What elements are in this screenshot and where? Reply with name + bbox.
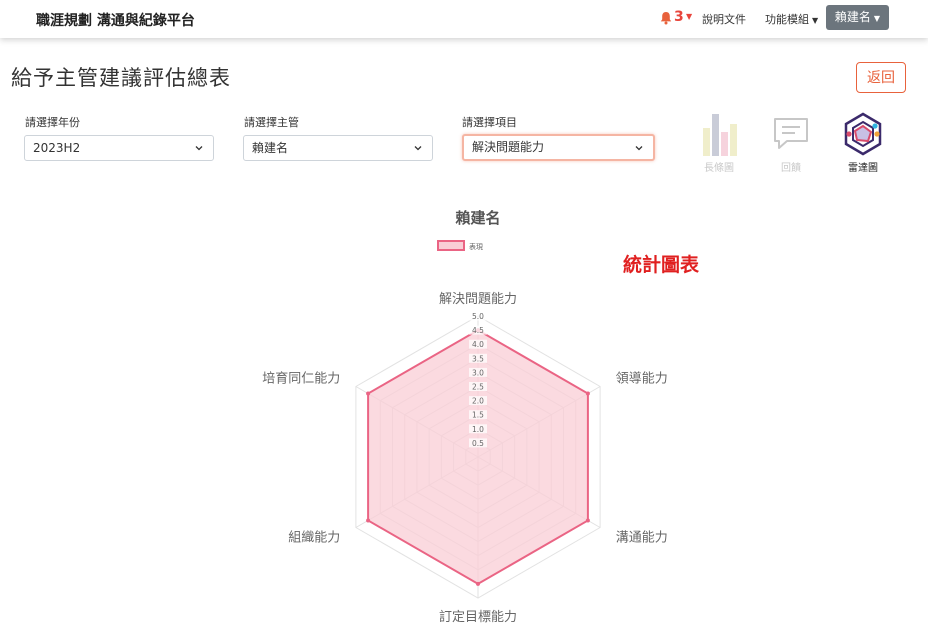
series-point [585, 391, 590, 396]
caret-down-icon: ▼ [812, 16, 819, 25]
back-button[interactable]: 返回 [856, 62, 906, 93]
series-point [476, 581, 480, 586]
radar-series [366, 328, 590, 586]
chart-title: 賴建名 [455, 209, 500, 227]
bell-icon[interactable] [659, 11, 673, 25]
tick-label: 3.5 [472, 354, 484, 363]
top-navbar: 職涯規劃 溝通與紀錄平台 3 ▼ 說明文件 功能模組 ▼ 賴建名 ▼ [0, 0, 928, 38]
tick-label: 1.0 [472, 425, 484, 434]
tick-label: 4.5 [472, 326, 484, 335]
caret-down-icon: ▼ [873, 14, 881, 23]
bar-chart-label: 長條圖 [704, 163, 734, 174]
radar-chart-button[interactable]: 雷達圖 [834, 108, 892, 174]
user-menu-button[interactable]: 賴建名 ▼ [826, 5, 889, 30]
axis-label: 培育同仁能力 [262, 371, 340, 387]
tick-label: 2.5 [472, 383, 484, 392]
manager-select[interactable]: 賴建名 [243, 135, 433, 161]
app-brand[interactable]: 職涯規劃 溝通與紀錄平台 [36, 10, 195, 30]
axis-label: 組織能力 [288, 531, 340, 546]
axis-label: 解決問題能力 [439, 292, 517, 307]
year-select[interactable]: 2023H2 [24, 135, 214, 161]
chevron-down-icon [635, 146, 643, 151]
chevron-down-icon [195, 146, 203, 151]
item-select[interactable]: 解決問題能力 [462, 134, 655, 161]
axis-label: 訂定目標能力 [439, 609, 517, 625]
tick-label: 4.0 [472, 340, 484, 349]
item-select-value: 解決問題能力 [472, 140, 545, 154]
page-title: 給予主管建議評估總表 [11, 66, 231, 90]
year-select-value: 2023H2 [33, 141, 81, 155]
feedback-label: 回饋 [781, 163, 801, 174]
bar-chart-icon [703, 114, 737, 156]
axis-label: 領導能力 [616, 371, 668, 387]
tick-label: 5.0 [472, 312, 484, 321]
radar-chart-icon [844, 112, 882, 156]
series-point [366, 518, 371, 523]
series-point [585, 518, 590, 523]
legend-swatch [437, 240, 465, 251]
notification-count[interactable]: 3 [674, 9, 684, 25]
series-point [366, 391, 371, 396]
notification-caret-icon[interactable]: ▼ [686, 12, 692, 21]
user-menu-label: 賴建名 [834, 10, 871, 24]
item-select-label: 請選擇項目 [462, 116, 517, 129]
tick-label: 3.0 [472, 368, 484, 377]
legend-label: 表現 [469, 242, 483, 251]
tick-label: 0.5 [472, 439, 484, 448]
modules-menu[interactable]: 功能模組 ▼ [765, 11, 818, 27]
chevron-down-icon [414, 146, 422, 151]
feedback-button[interactable]: 回饋 [762, 108, 820, 174]
radar-chart-label: 雷達圖 [848, 163, 878, 174]
feedback-icon [774, 118, 808, 149]
tick-label: 1.5 [472, 411, 484, 420]
year-select-label: 請選擇年份 [25, 116, 80, 129]
radar-chart: 賴建名 表現 0.5 1.0 1.5 2.0 2.5 3.0 3.5 4.0 4.5 5.0 解決… [262, 209, 668, 625]
axis-label: 溝通能力 [616, 531, 668, 546]
modules-menu-label: 功能模組 [765, 13, 809, 26]
manager-select-label: 請選擇主管 [244, 116, 299, 129]
chart-legend: 表現 [437, 240, 483, 251]
tick-label: 2.0 [472, 397, 484, 406]
manager-select-value: 賴建名 [252, 141, 289, 155]
docs-link[interactable]: 說明文件 [702, 11, 746, 27]
bar-chart-button[interactable]: 長條圖 [690, 108, 748, 174]
